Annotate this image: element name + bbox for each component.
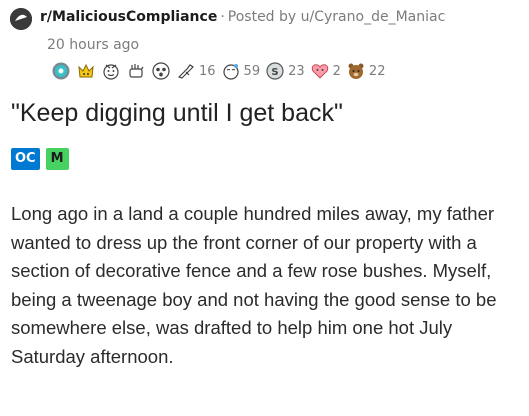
post-meta: r/MaliciousCompliance · Posted by u/Cyrano… (40, 8, 445, 26)
subreddit-icon[interactable] (10, 8, 32, 30)
helpful-award-icon[interactable] (52, 62, 70, 80)
flair-m[interactable]: M (45, 148, 69, 170)
post-time: 20 hours ago (47, 37, 140, 53)
post-title[interactable]: "Keep digging until I get back" (11, 97, 343, 129)
award-count: 2 (332, 63, 341, 79)
post-body: Long ago in a land a couple hundred mile… (11, 203, 497, 367)
silver-coin-award-icon[interactable]: S (266, 62, 284, 80)
pointing-hand-award-icon[interactable] (177, 62, 195, 80)
svg-text:S: S (271, 67, 278, 78)
bear-award-icon[interactable] (347, 62, 365, 80)
hands-award-icon[interactable] (127, 62, 145, 80)
award-count: 16 (199, 63, 216, 79)
awards-bar[interactable]: 16 59 S 23 2 22 (52, 60, 391, 82)
surprised-face-award-icon[interactable] (152, 62, 170, 80)
award-count: 59 (243, 63, 261, 79)
subreddit-link[interactable]: r/MaliciousCompliance (40, 9, 217, 25)
kiss-face-award-icon[interactable] (222, 62, 240, 80)
post-card: r/MaliciousCompliance · Posted by u/Cyrano… (0, 0, 529, 416)
author-link[interactable]: Posted by u/Cyrano_de_Maniac (228, 9, 446, 25)
award-count: 22 (368, 63, 386, 79)
flair-oc[interactable]: OC (11, 148, 40, 170)
post-flairs: OC M (11, 148, 75, 170)
meta-separator: · (220, 9, 225, 25)
award-count: 23 (288, 63, 305, 79)
face-award-icon[interactable] (102, 62, 120, 80)
heart-face-award-icon[interactable] (311, 62, 329, 80)
gold-crown-award-icon[interactable] (77, 62, 95, 80)
